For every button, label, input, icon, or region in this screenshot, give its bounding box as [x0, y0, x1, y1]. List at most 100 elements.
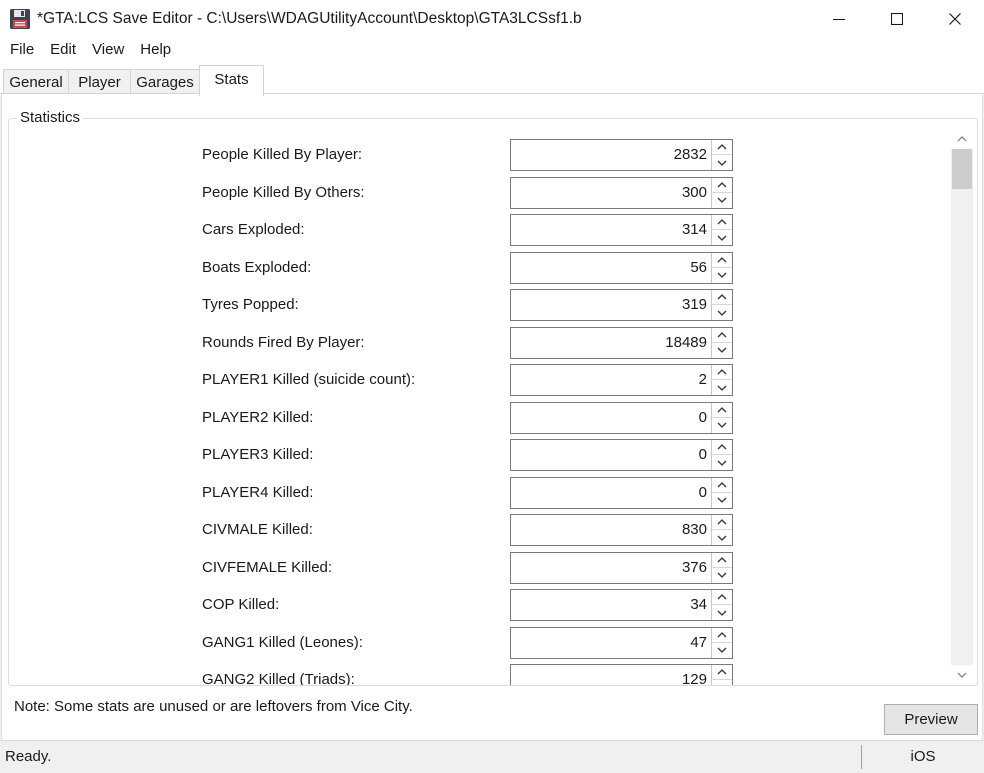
- stat-value-spinbox[interactable]: 314: [510, 214, 733, 246]
- window-title: *GTA:LCS Save Editor - C:\Users\WDAGUtil…: [37, 10, 582, 27]
- menu-file[interactable]: File: [2, 38, 42, 62]
- tab-general[interactable]: General: [3, 69, 69, 95]
- stat-value-spinbox[interactable]: 56: [510, 251, 733, 284]
- spin-up-button[interactable]: [712, 440, 732, 455]
- spin-up-button[interactable]: [712, 328, 732, 343]
- scroll-down-button[interactable]: [951, 665, 973, 685]
- spin-down-button[interactable]: [712, 605, 732, 620]
- scrollbar-thumb[interactable]: [952, 149, 972, 189]
- spinner-buttons: [711, 365, 732, 395]
- spin-down-button[interactable]: [712, 380, 732, 395]
- stats-tab-panel: Statistics People Killed By Player: 2832 P…: [1, 94, 983, 741]
- stat-value-spinbox[interactable]: 300: [510, 176, 733, 209]
- stat-value-input[interactable]: 376: [682, 553, 707, 583]
- spin-down-button[interactable]: [712, 643, 732, 658]
- spin-up-icon: [717, 219, 727, 225]
- spin-up-button[interactable]: [712, 515, 732, 530]
- stat-label: COP Killed:: [202, 596, 280, 613]
- spin-up-icon: [717, 631, 727, 637]
- stat-value-spinbox[interactable]: 2832: [510, 139, 733, 171]
- spinner-buttons: [711, 552, 732, 583]
- spin-up-button[interactable]: [712, 478, 732, 493]
- spinner-buttons: [711, 215, 732, 245]
- stat-label: PLAYER4 Killed:: [202, 483, 314, 501]
- stat-value-input[interactable]: 129: [682, 665, 707, 685]
- spin-down-button[interactable]: [712, 680, 732, 685]
- stat-value-input[interactable]: 0: [699, 440, 707, 470]
- spin-up-button[interactable]: [712, 140, 732, 155]
- spin-up-button[interactable]: [712, 403, 732, 418]
- spinner-buttons: [711, 515, 732, 545]
- spinner-buttons: [711, 440, 732, 470]
- tab-stats[interactable]: Stats: [199, 65, 264, 96]
- spin-down-button[interactable]: [712, 530, 732, 545]
- stat-value-spinbox[interactable]: 47: [510, 626, 733, 659]
- minimize-button[interactable]: [810, 0, 868, 38]
- scrollbar-track[interactable]: [951, 149, 973, 665]
- stat-value-spinbox[interactable]: 2: [510, 364, 733, 396]
- spin-up-icon: [717, 144, 727, 150]
- spin-up-button[interactable]: [712, 215, 732, 230]
- stat-value-input[interactable]: 319: [682, 290, 707, 320]
- spin-up-icon: [717, 181, 727, 187]
- spin-up-button[interactable]: [712, 178, 732, 193]
- stat-value-input[interactable]: 300: [682, 178, 707, 208]
- spin-down-button[interactable]: [712, 343, 732, 358]
- stat-value-input[interactable]: 0: [699, 403, 707, 433]
- spin-up-button[interactable]: [712, 365, 732, 380]
- chevron-down-icon: [957, 672, 967, 678]
- maximize-button[interactable]: [868, 0, 926, 38]
- stat-value-input[interactable]: 2: [699, 365, 707, 395]
- spin-down-button[interactable]: [712, 418, 732, 433]
- close-button[interactable]: [926, 0, 984, 38]
- spin-down-button[interactable]: [712, 568, 732, 583]
- spin-down-button[interactable]: [712, 155, 732, 170]
- stat-value-spinbox[interactable]: 319: [510, 289, 733, 321]
- stat-row: CIVMALE Killed: 830: [10, 514, 750, 546]
- spin-down-button[interactable]: [712, 493, 732, 508]
- spin-up-button[interactable]: [712, 665, 732, 680]
- tab-strip: General Player Garages Stats: [0, 62, 984, 96]
- stat-value-spinbox[interactable]: 18489: [510, 326, 733, 359]
- stat-value-input[interactable]: 314: [682, 215, 707, 245]
- spin-down-button[interactable]: [712, 305, 732, 320]
- stat-label: CIVFEMALE Killed:: [202, 558, 333, 576]
- preview-button[interactable]: Preview: [884, 704, 978, 735]
- stat-value-input[interactable]: 47: [690, 628, 707, 658]
- stat-value-input[interactable]: 34: [690, 590, 707, 620]
- tab-garages[interactable]: Garages: [130, 69, 200, 95]
- spin-down-button[interactable]: [712, 193, 732, 208]
- menu-view[interactable]: View: [84, 38, 132, 62]
- spin-up-button[interactable]: [712, 290, 732, 305]
- scroll-up-button[interactable]: [951, 129, 973, 149]
- stat-value-spinbox[interactable]: 129: [510, 664, 733, 685]
- stat-value-input[interactable]: 18489: [665, 328, 707, 358]
- stat-value-spinbox[interactable]: 34: [510, 589, 733, 621]
- spin-up-button[interactable]: [712, 628, 732, 643]
- menu-edit[interactable]: Edit: [42, 38, 84, 62]
- vertical-scrollbar[interactable]: [951, 129, 973, 685]
- spinner-buttons: [711, 140, 732, 170]
- stat-value-input[interactable]: 0: [699, 478, 707, 508]
- spin-up-icon: [717, 669, 727, 675]
- statistics-list[interactable]: People Killed By Player: 2832 People Kille…: [10, 129, 976, 685]
- stat-value-spinbox[interactable]: 0: [510, 476, 733, 509]
- tab-player[interactable]: Player: [68, 69, 131, 95]
- stat-value-spinbox[interactable]: 376: [510, 551, 733, 584]
- stat-value-spinbox[interactable]: 0: [510, 439, 733, 471]
- spin-up-button[interactable]: [712, 253, 732, 268]
- spin-down-button[interactable]: [712, 268, 732, 283]
- stat-value-spinbox[interactable]: 0: [510, 401, 733, 434]
- spin-up-button[interactable]: [712, 590, 732, 605]
- stat-value-spinbox[interactable]: 830: [510, 514, 733, 546]
- spin-up-button[interactable]: [712, 553, 732, 568]
- chevron-up-icon: [957, 136, 967, 142]
- spin-down-button[interactable]: [712, 455, 732, 470]
- spin-down-icon: [717, 235, 727, 241]
- spin-down-button[interactable]: [712, 230, 732, 245]
- stat-value-input[interactable]: 56: [690, 253, 707, 283]
- stat-value-input[interactable]: 830: [682, 515, 707, 545]
- spin-down-icon: [717, 160, 727, 166]
- menu-help[interactable]: Help: [132, 38, 179, 62]
- stat-value-input[interactable]: 2832: [674, 140, 707, 170]
